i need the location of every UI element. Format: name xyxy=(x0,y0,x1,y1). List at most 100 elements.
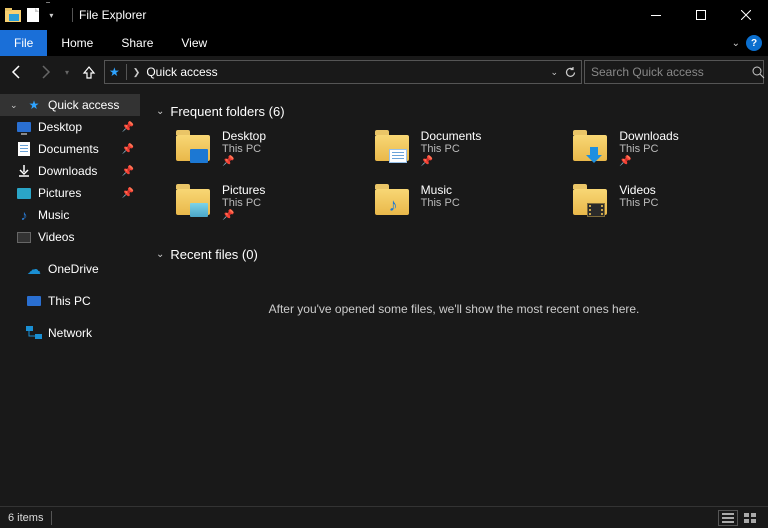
quick-access-toolbar: ▾‾ xyxy=(0,6,66,24)
folder-location: This PC xyxy=(421,197,460,209)
sidebar-item-desktop[interactable]: Desktop 📌 xyxy=(0,116,140,138)
pictures-icon xyxy=(16,185,32,201)
ribbon: File Home Share View ⌄ ? xyxy=(0,30,768,56)
music-icon: ♪ xyxy=(16,207,32,223)
new-file-icon[interactable] xyxy=(24,6,42,24)
folder-name: Documents xyxy=(421,129,482,143)
sidebar-item-downloads[interactable]: Downloads 📌 xyxy=(0,160,140,182)
sidebar-label: Network xyxy=(48,326,92,340)
sidebar-quick-access[interactable]: ⌄ ★ Quick access xyxy=(0,94,140,116)
icons-view-button[interactable] xyxy=(740,510,760,526)
recent-files-empty-message: After you've opened some files, we'll sh… xyxy=(156,272,752,346)
sidebar-item-label: Documents xyxy=(38,142,99,156)
folder-location: This PC xyxy=(222,197,265,209)
sidebar-item-documents[interactable]: Documents 📌 xyxy=(0,138,140,160)
tab-home[interactable]: Home xyxy=(47,30,107,56)
folder-location: This PC xyxy=(421,143,482,155)
sidebar-item-music[interactable]: ♪ Music xyxy=(0,204,140,226)
chevron-down-icon[interactable]: ⌄ xyxy=(156,249,164,260)
folder-location: This PC xyxy=(222,143,266,155)
group-header-text: Recent files (0) xyxy=(170,247,257,262)
group-frequent-folders[interactable]: ⌄ Frequent folders (6) xyxy=(156,104,752,119)
pin-icon: 📌 xyxy=(619,156,678,167)
sidebar-item-label: Music xyxy=(38,208,69,222)
group-recent-files[interactable]: ⌄ Recent files (0) xyxy=(156,247,752,262)
folder-name: Downloads xyxy=(619,129,678,143)
sidebar-item-label: Pictures xyxy=(38,186,81,200)
content-pane: ⌄ Frequent folders (6) DesktopThis PC📌Do… xyxy=(140,88,768,506)
folder-item-desktop[interactable]: DesktopThis PC📌 xyxy=(176,129,355,173)
folder-location: This PC xyxy=(619,197,658,209)
explorer-icon xyxy=(4,6,22,24)
folder-item-documents[interactable]: DocumentsThis PC📌 xyxy=(375,129,554,173)
sidebar-label: This PC xyxy=(48,294,91,308)
desktop-icon xyxy=(16,119,32,135)
folder-item-videos[interactable]: VideosThis PC xyxy=(573,183,752,227)
sidebar-item-label: Downloads xyxy=(38,164,97,178)
help-icon[interactable]: ? xyxy=(746,35,762,51)
search-input[interactable] xyxy=(591,65,746,79)
address-separator xyxy=(126,64,127,80)
window-controls xyxy=(633,0,768,30)
refresh-icon[interactable] xyxy=(564,66,577,79)
search-icon[interactable] xyxy=(752,66,765,79)
status-item-count: 6 items xyxy=(8,512,43,524)
tab-share[interactable]: Share xyxy=(107,30,167,56)
status-bar: 6 items xyxy=(0,506,768,528)
folder-item-pictures[interactable]: PicturesThis PC📌 xyxy=(176,183,355,227)
back-button[interactable] xyxy=(4,59,30,85)
folder-name: Pictures xyxy=(222,183,265,197)
close-button[interactable] xyxy=(723,0,768,30)
star-icon: ★ xyxy=(26,97,42,113)
folder-item-music[interactable]: MusicThis PC xyxy=(375,183,554,227)
pin-icon: 📌 xyxy=(122,166,134,177)
title-bar: ▾‾ File Explorer xyxy=(0,0,768,30)
address-dropdown-icon[interactable]: ⌄ xyxy=(550,67,558,78)
pin-icon: 📌 xyxy=(122,144,134,155)
folder-icon xyxy=(176,129,212,161)
title-separator xyxy=(72,8,73,22)
folder-name: Videos xyxy=(619,183,658,197)
address-bar[interactable]: ★ ❯ Quick access ⌄ xyxy=(104,60,582,84)
sidebar-this-pc[interactable]: This PC xyxy=(0,290,140,312)
qat-dropdown-icon[interactable]: ▾‾ xyxy=(44,6,62,24)
up-button[interactable] xyxy=(76,59,102,85)
tab-view[interactable]: View xyxy=(167,30,221,56)
ribbon-expand-icon[interactable]: ⌄ xyxy=(732,38,740,49)
videos-icon xyxy=(16,229,32,245)
folder-icon xyxy=(375,129,411,161)
search-box[interactable] xyxy=(584,60,764,84)
status-separator xyxy=(51,511,52,525)
minimize-button[interactable] xyxy=(633,0,678,30)
folder-icon xyxy=(176,183,212,215)
sidebar-item-pictures[interactable]: Pictures 📌 xyxy=(0,182,140,204)
sidebar-label: Quick access xyxy=(48,98,119,112)
sidebar-onedrive[interactable]: ☁ OneDrive xyxy=(0,258,140,280)
sidebar-item-label: Videos xyxy=(38,230,74,244)
sidebar-network[interactable]: Network xyxy=(0,322,140,344)
folder-item-downloads[interactable]: DownloadsThis PC📌 xyxy=(573,129,752,173)
forward-button[interactable] xyxy=(32,59,58,85)
chevron-down-icon[interactable]: ⌄ xyxy=(156,106,164,117)
pin-icon: 📌 xyxy=(421,156,482,167)
sidebar-item-videos[interactable]: Videos xyxy=(0,226,140,248)
window-title: File Explorer xyxy=(79,8,146,22)
group-header-text: Frequent folders (6) xyxy=(170,104,284,119)
folder-icon xyxy=(573,129,609,161)
sidebar-label: OneDrive xyxy=(48,262,99,276)
maximize-button[interactable] xyxy=(678,0,723,30)
pin-icon: 📌 xyxy=(222,210,265,221)
view-switcher xyxy=(718,510,760,526)
address-text[interactable]: Quick access xyxy=(146,65,217,79)
chevron-right-icon[interactable]: ❯ xyxy=(133,67,141,78)
folder-name: Music xyxy=(421,183,460,197)
folder-icon xyxy=(375,183,411,215)
pin-icon: 📌 xyxy=(122,188,134,199)
network-icon xyxy=(26,325,42,341)
monitor-icon xyxy=(26,293,42,309)
details-view-button[interactable] xyxy=(718,510,738,526)
history-dropdown-icon[interactable]: ▾ xyxy=(60,59,74,85)
tab-file[interactable]: File xyxy=(0,30,47,56)
chevron-down-icon[interactable]: ⌄ xyxy=(10,100,20,111)
folder-name: Desktop xyxy=(222,129,266,143)
